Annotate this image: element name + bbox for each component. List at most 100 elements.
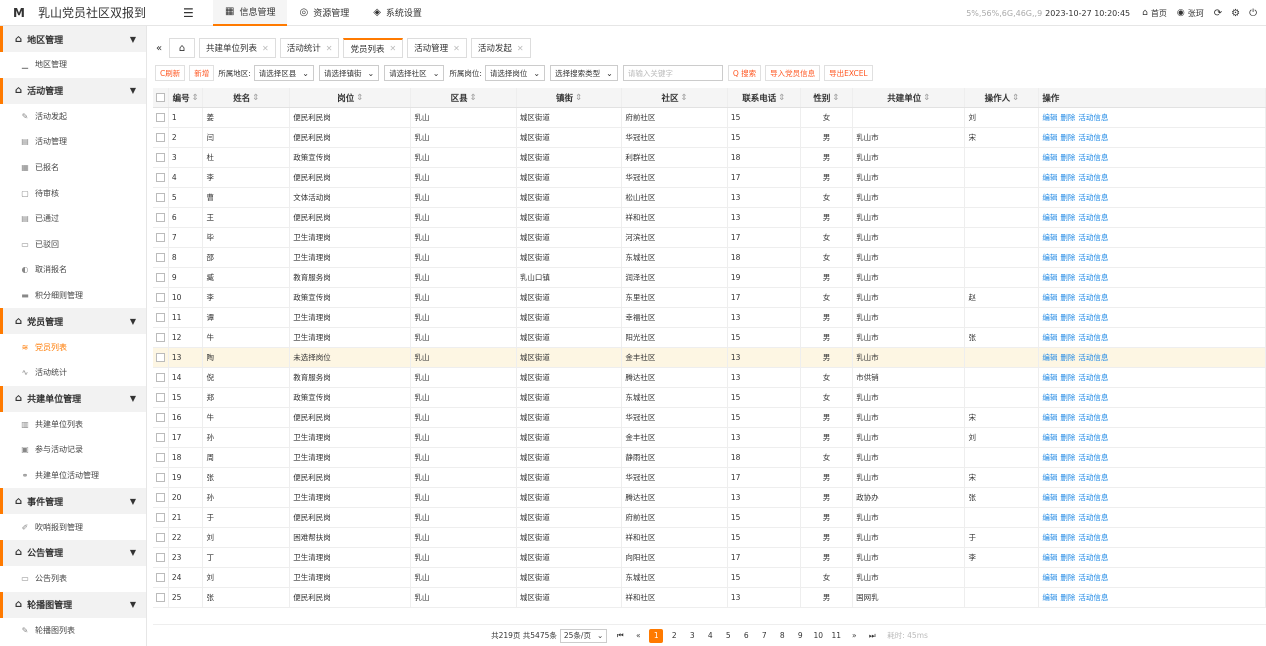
page-button[interactable]: 5 xyxy=(721,629,735,643)
action-link[interactable]: 编辑 xyxy=(1042,492,1057,503)
action-link[interactable]: 编辑 xyxy=(1042,532,1057,543)
select-all-checkbox[interactable] xyxy=(153,88,169,107)
action-link[interactable]: 活动信息 xyxy=(1078,572,1108,583)
action-link[interactable]: 删除 xyxy=(1060,552,1075,563)
tab[interactable]: 活动统计 ✕ xyxy=(279,38,340,58)
first-page-icon[interactable]: ⏮ xyxy=(613,629,627,643)
sidebar-item[interactable]: ▤ 活动管理 xyxy=(0,129,146,155)
sidebar-item[interactable]: ▭ 公告列表 xyxy=(0,566,146,592)
table-row[interactable]: 9 臧教育服务岗 乳山 乳山口镇 润泽社区 19 男乳山市 编辑 删除 活动信息 xyxy=(153,268,1266,288)
topnav-item[interactable]: ▦ 信息管理 xyxy=(213,0,288,26)
street-select[interactable]: 请选择镇街 ⌄ xyxy=(318,65,380,81)
action-link[interactable]: 编辑 xyxy=(1042,352,1057,363)
row-checkbox[interactable] xyxy=(153,568,169,587)
action-link[interactable]: 编辑 xyxy=(1042,412,1057,423)
action-link[interactable]: 活动信息 xyxy=(1078,252,1108,263)
action-link[interactable]: 编辑 xyxy=(1042,312,1057,323)
sidebar-item[interactable]: ∿ 活动统计 xyxy=(0,360,146,386)
action-link[interactable]: 删除 xyxy=(1060,232,1075,243)
action-link[interactable]: 删除 xyxy=(1060,252,1075,263)
action-link[interactable]: 删除 xyxy=(1060,112,1075,123)
sidebar-group[interactable]: ⌂ 共建单位管理 ▼ xyxy=(0,385,146,412)
action-link[interactable]: 删除 xyxy=(1060,312,1075,323)
row-checkbox[interactable] xyxy=(153,368,169,387)
row-checkbox[interactable] xyxy=(153,588,169,607)
action-link[interactable]: 删除 xyxy=(1060,512,1075,523)
action-link[interactable]: 活动信息 xyxy=(1078,352,1108,363)
action-link[interactable]: 编辑 xyxy=(1042,252,1057,263)
table-row[interactable]: 2 闫便民利民岗 乳山 城区街道 华冠社区 15 男乳山市宋编辑 删除 活动信息 xyxy=(153,128,1266,148)
import-button[interactable]: 导入党员信息 xyxy=(765,65,821,81)
sidebar-item[interactable]: ▥ 共建单位列表 xyxy=(0,412,146,438)
action-link[interactable]: 活动信息 xyxy=(1078,512,1108,523)
sidebar-item[interactable]: ▭ 已驳回 xyxy=(0,232,146,258)
col-post[interactable]: 岗位 ⇕ xyxy=(290,88,412,107)
action-link[interactable]: 删除 xyxy=(1060,272,1075,283)
page-button[interactable]: 8 xyxy=(775,629,789,643)
action-link[interactable]: 活动信息 xyxy=(1078,592,1108,603)
page-button[interactable]: 9 xyxy=(793,629,807,643)
action-link[interactable]: 活动信息 xyxy=(1078,292,1108,303)
col-no[interactable]: 编号 ⇕ xyxy=(169,88,204,107)
search-type-select[interactable]: 选择搜索类型 ⌄ xyxy=(550,65,618,81)
action-link[interactable]: 编辑 xyxy=(1042,332,1057,343)
sidebar-item[interactable]: ▦ 已报名 xyxy=(0,155,146,181)
menu-toggle-icon[interactable]: ☰ xyxy=(183,6,213,20)
row-checkbox[interactable] xyxy=(153,348,169,367)
table-row[interactable]: 25 张便民利民岗 乳山 城区街道 祥和社区 13 男国网乳 编辑 删除 活动信息 xyxy=(153,588,1266,608)
table-row[interactable]: 7 毕卫生清理岗 乳山 城区街道 河滨社区 17 女乳山市 编辑 删除 活动信息 xyxy=(153,228,1266,248)
action-link[interactable]: 编辑 xyxy=(1042,132,1057,143)
row-checkbox[interactable] xyxy=(153,108,169,127)
gear-icon[interactable]: ⚙ xyxy=(1231,8,1240,19)
row-checkbox[interactable] xyxy=(153,488,169,507)
table-row[interactable]: 23 丁卫生清理岗 乳山 城区街道 向阳社区 17 男乳山市李编辑 删除 活动信息 xyxy=(153,548,1266,568)
tab-home-icon[interactable]: ⌂ xyxy=(169,38,195,58)
action-link[interactable]: 编辑 xyxy=(1042,272,1057,283)
next-page-icon[interactable]: » xyxy=(847,629,861,643)
table-row[interactable]: 14 倪教育服务岗 乳山 城区街道 腾达社区 13 女市供销 编辑 删除 活动信息 xyxy=(153,368,1266,388)
action-link[interactable]: 活动信息 xyxy=(1078,372,1108,383)
sidebar-group[interactable]: ⌂ 公告管理 ▼ xyxy=(0,539,146,566)
action-link[interactable]: 删除 xyxy=(1060,292,1075,303)
row-checkbox[interactable] xyxy=(153,548,169,567)
sidebar-group[interactable]: ⌂ 轮播图管理 ▼ xyxy=(0,591,146,618)
action-link[interactable]: 编辑 xyxy=(1042,392,1057,403)
topnav-item[interactable]: ◈ 系统设置 xyxy=(361,0,434,26)
table-row[interactable]: 17 孙卫生清理岗 乳山 城区街道 金丰社区 13 男乳山市刘编辑 删除 活动信息 xyxy=(153,428,1266,448)
tab[interactable]: 活动发起 ✕ xyxy=(470,38,531,58)
sidebar-group[interactable]: ⌂ 地区管理 ▼ xyxy=(0,26,146,52)
close-icon[interactable]: ✕ xyxy=(389,44,396,53)
action-link[interactable]: 删除 xyxy=(1060,372,1075,383)
action-link[interactable]: 删除 xyxy=(1060,412,1075,423)
export-button[interactable]: 导出EXCEL xyxy=(824,65,873,81)
page-button[interactable]: 11 xyxy=(829,629,843,643)
user-menu[interactable]: ◉ 张珂 xyxy=(1177,8,1204,19)
row-checkbox[interactable] xyxy=(153,508,169,527)
sidebar-item[interactable]: ▢ 待审核 xyxy=(0,180,146,206)
row-checkbox[interactable] xyxy=(153,448,169,467)
action-link[interactable]: 活动信息 xyxy=(1078,552,1108,563)
close-icon[interactable]: ✕ xyxy=(262,44,269,53)
close-icon[interactable]: ✕ xyxy=(326,44,333,53)
sidebar-group[interactable]: ⌂ 党员管理 ▼ xyxy=(0,308,146,335)
col-sex[interactable]: 性别 ⇕ xyxy=(801,88,854,107)
action-link[interactable]: 删除 xyxy=(1060,492,1075,503)
sidebar-item[interactable]: ▬ 积分细则管理 xyxy=(0,283,146,309)
table-row[interactable]: 4 李便民利民岗 乳山 城区街道 华冠社区 17 男乳山市 编辑 删除 活动信息 xyxy=(153,168,1266,188)
community-select[interactable]: 请选择社区 ⌄ xyxy=(384,65,445,81)
sidebar-item[interactable]: ≋ 党员列表 xyxy=(0,334,146,360)
action-link[interactable]: 编辑 xyxy=(1042,152,1057,163)
col-district[interactable]: 区县 ⇕ xyxy=(411,88,517,107)
refresh-button[interactable]: C刷新 xyxy=(155,65,186,81)
action-link[interactable]: 活动信息 xyxy=(1078,272,1108,283)
action-link[interactable]: 删除 xyxy=(1060,572,1075,583)
action-link[interactable]: 删除 xyxy=(1060,172,1075,183)
action-link[interactable]: 活动信息 xyxy=(1078,532,1108,543)
action-link[interactable]: 活动信息 xyxy=(1078,172,1108,183)
table-row[interactable]: 1 姜便民利民岗 乳山 城区街道 府前社区 15 女 刘编辑 删除 活动信息 xyxy=(153,108,1266,128)
keyword-input[interactable]: 请输入关键字 xyxy=(622,65,723,81)
row-checkbox[interactable] xyxy=(153,248,169,267)
page-button[interactable]: 7 xyxy=(757,629,771,643)
page-button[interactable]: 1 xyxy=(649,628,664,643)
action-link[interactable]: 活动信息 xyxy=(1078,192,1108,203)
